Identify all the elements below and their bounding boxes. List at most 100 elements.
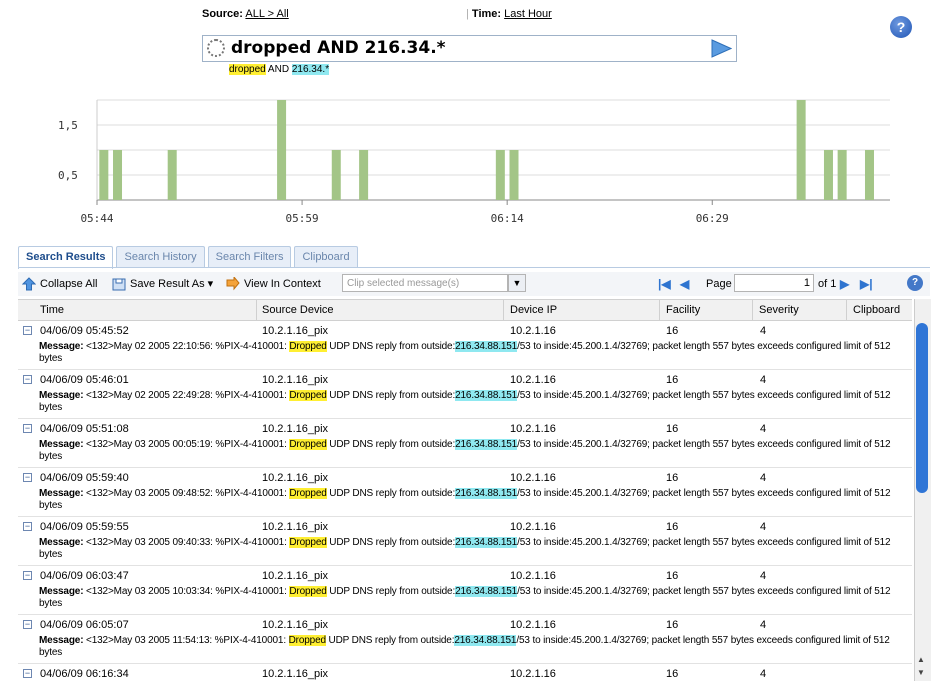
table-row[interactable]: − 04/06/09 06:16:34 10.2.1.16_pix 10.2.1… xyxy=(18,664,912,681)
cell-severity: 4 xyxy=(760,325,767,337)
save-result-as-button[interactable]: Save Result As ▾ xyxy=(112,277,213,291)
collapse-row-icon[interactable]: − xyxy=(23,669,32,678)
gear-icon[interactable] xyxy=(207,39,225,57)
message-label: Message: xyxy=(39,439,84,450)
y-tick-label: 0,5 xyxy=(58,169,78,182)
chart-bar[interactable] xyxy=(823,150,833,200)
tab-clipboard[interactable]: Clipboard xyxy=(294,246,358,267)
column-divider xyxy=(256,300,257,320)
x-tick-label: 06:14 xyxy=(491,212,524,225)
view-in-context-button[interactable]: View In Context xyxy=(226,277,321,291)
help-icon[interactable]: ? xyxy=(907,275,923,291)
chart-bar[interactable] xyxy=(99,150,109,200)
message-prefix: <132>May 03 2005 00:05:19: %PIX-4-410001… xyxy=(86,439,290,450)
chart-bar[interactable] xyxy=(331,150,341,200)
chart-bar[interactable] xyxy=(277,100,287,200)
cell-source-device: 10.2.1.16_pix xyxy=(262,374,329,386)
tab-search-history[interactable]: Search History xyxy=(116,246,205,267)
table-row[interactable]: − 04/06/09 05:51:08 10.2.1.16_pix 10.2.1… xyxy=(18,419,912,468)
chart-bar[interactable] xyxy=(864,150,874,200)
scroll-down-icon[interactable]: ▼ xyxy=(917,668,925,677)
collapse-row-icon[interactable]: − xyxy=(23,326,32,335)
collapse-up-arrow-icon xyxy=(22,277,36,291)
cell-severity: 4 xyxy=(760,570,767,582)
table-row[interactable]: − 04/06/09 05:45:52 10.2.1.16_pix 10.2.1… xyxy=(18,321,912,370)
save-icon xyxy=(112,278,126,291)
table-row[interactable]: − 04/06/09 05:59:55 10.2.1.16_pix 10.2.1… xyxy=(18,517,912,566)
message-highlight-dropped: Dropped xyxy=(289,439,327,450)
cell-time: 04/06/09 05:59:55 xyxy=(40,521,129,533)
scroll-up-icon[interactable]: ▲ xyxy=(917,655,925,664)
next-page-icon[interactable]: ▶ xyxy=(840,277,849,291)
column-header-clipboard[interactable]: Clipboard xyxy=(853,304,900,316)
column-header-severity[interactable]: Severity xyxy=(759,304,799,316)
chart-bar[interactable] xyxy=(359,150,369,200)
collapse-row-icon[interactable]: − xyxy=(23,620,32,629)
message-highlight-ip: 216.34.88.151 xyxy=(455,537,518,548)
column-divider xyxy=(846,300,847,320)
collapse-row-icon[interactable]: − xyxy=(23,375,32,384)
page-number-input[interactable]: 1 xyxy=(734,274,814,292)
column-header-facility[interactable]: Facility xyxy=(666,304,700,316)
message-highlight-ip: 216.34.88.151 xyxy=(454,635,517,646)
message-middle: UDP DNS reply from outside: xyxy=(326,586,456,597)
chart-bar[interactable] xyxy=(796,100,806,200)
chart-bar[interactable] xyxy=(837,150,847,200)
first-page-icon[interactable]: |◀ xyxy=(658,277,671,291)
message-prefix: <132>May 03 2005 09:48:52: %PIX-4-410001… xyxy=(86,488,290,499)
chart-gridlines xyxy=(96,99,890,201)
column-header-device-ip[interactable]: Device IP xyxy=(510,304,557,316)
cell-facility: 16 xyxy=(666,521,679,533)
prev-page-icon[interactable]: ◀ xyxy=(680,277,689,291)
column-header-source-device[interactable]: Source Device xyxy=(262,304,334,316)
source-link[interactable]: ALL > All xyxy=(245,8,288,20)
collapse-row-icon[interactable]: − xyxy=(23,424,32,433)
cell-severity: 4 xyxy=(760,374,767,386)
message-prefix: <132>May 02 2005 22:49:28: %PIX-4-410001… xyxy=(86,390,290,401)
message-middle: UDP DNS reply from outside: xyxy=(325,635,455,646)
cell-device-ip: 10.2.1.16 xyxy=(510,619,556,631)
message-highlight-dropped: Dropped xyxy=(289,341,327,352)
collapse-row-icon[interactable]: − xyxy=(23,522,32,531)
cell-source-device: 10.2.1.16_pix xyxy=(262,570,329,582)
last-page-icon[interactable]: ▶| xyxy=(860,277,873,291)
table-row[interactable]: − 04/06/09 06:05:07 10.2.1.16_pix 10.2.1… xyxy=(18,615,912,664)
cell-severity: 4 xyxy=(760,472,767,484)
chart-bar[interactable] xyxy=(113,150,123,200)
table-row[interactable]: − 04/06/09 05:59:40 10.2.1.16_pix 10.2.1… xyxy=(18,468,912,517)
cell-time: 04/06/09 05:45:52 xyxy=(40,325,129,337)
help-icon[interactable]: ? xyxy=(890,16,912,38)
time-link[interactable]: Last Hour xyxy=(504,8,552,20)
cell-device-ip: 10.2.1.16 xyxy=(510,325,556,337)
chart-x-ticks: 05:44 05:59 06:14 06:29 xyxy=(80,200,729,225)
clip-selected-select[interactable]: Clip selected message(s) xyxy=(342,274,508,292)
tab-search-filters[interactable]: Search Filters xyxy=(207,246,292,267)
cell-facility: 16 xyxy=(666,619,679,631)
column-header-time[interactable]: Time xyxy=(40,304,64,316)
search-query-text[interactable]: dropped AND 216.34.* xyxy=(231,38,446,58)
tab-search-results[interactable]: Search Results xyxy=(18,246,114,269)
search-query-box[interactable]: dropped AND 216.34.* xyxy=(202,35,737,62)
collapse-all-label: Collapse All xyxy=(40,277,98,290)
chart-bar[interactable] xyxy=(509,150,519,200)
scrollbar-thumb[interactable] xyxy=(916,323,928,493)
hint-term-dropped: dropped xyxy=(229,64,266,75)
table-row[interactable]: − 04/06/09 05:46:01 10.2.1.16_pix 10.2.1… xyxy=(18,370,912,419)
cell-facility: 16 xyxy=(666,472,679,484)
run-search-button[interactable] xyxy=(710,39,732,58)
cell-severity: 4 xyxy=(760,423,767,435)
chevron-down-icon[interactable]: ▼ xyxy=(508,274,526,292)
collapse-all-button[interactable]: Collapse All xyxy=(22,277,97,291)
cell-time: 04/06/09 06:16:34 xyxy=(40,668,129,680)
collapse-row-icon[interactable]: − xyxy=(23,473,32,482)
message-label: Message: xyxy=(39,390,84,401)
chart-bar[interactable] xyxy=(495,150,505,200)
x-tick-label: 06:29 xyxy=(696,212,729,225)
hint-operator: AND xyxy=(265,64,292,75)
collapse-row-icon[interactable]: − xyxy=(23,571,32,580)
cell-device-ip: 10.2.1.16 xyxy=(510,570,556,582)
cell-facility: 16 xyxy=(666,374,679,386)
cell-severity: 4 xyxy=(760,521,767,533)
chart-bar[interactable] xyxy=(167,150,177,200)
table-row[interactable]: − 04/06/09 06:03:47 10.2.1.16_pix 10.2.1… xyxy=(18,566,912,615)
